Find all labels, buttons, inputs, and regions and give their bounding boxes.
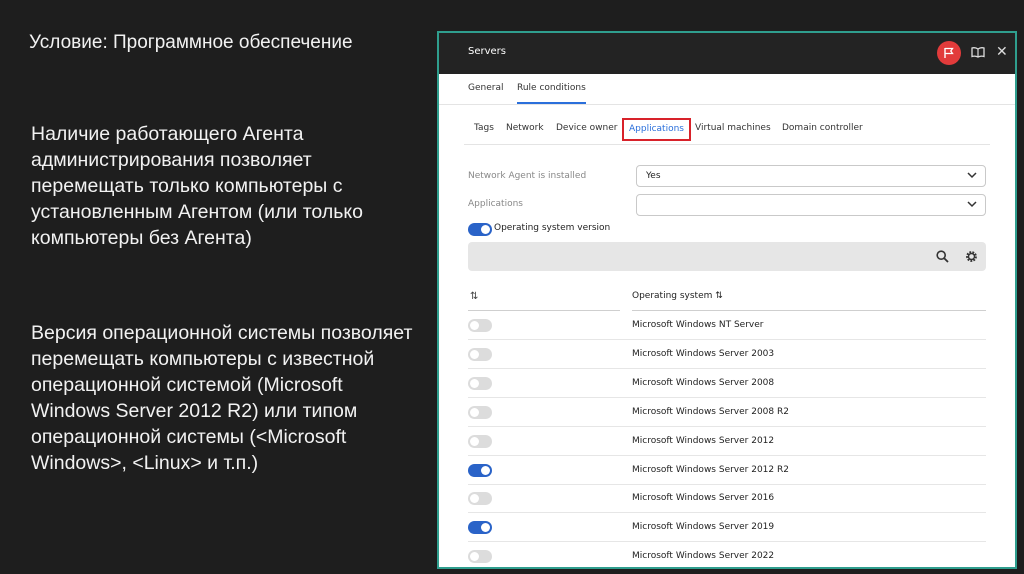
network-agent-value: Yes [646,171,661,181]
subtab-domain-controller[interactable]: Domain controller [782,123,863,133]
servers-dialog: Servers ✕ General Rule conditions Tags N… [437,31,1017,569]
os-name: Microsoft Windows Server 2008 R2 [632,406,789,417]
chevron-down-icon [967,201,977,208]
slide-title: Условие: Программное обеспечение [29,32,353,53]
condition-tabs: Tags Network Device owner Applications V… [464,104,990,145]
os-name: Microsoft Windows Server 2012 R2 [632,464,789,475]
tab-general[interactable]: General [468,83,503,93]
applications-label: Applications [468,199,523,209]
network-agent-label: Network Agent is installed [468,171,587,181]
book-icon[interactable] [971,46,985,58]
os-name: Microsoft Windows Server 2012 [632,435,775,446]
os-name: Microsoft Windows Server 2003 [632,348,775,359]
os-name: Microsoft Windows Server 2016 [632,493,775,504]
subtab-tags[interactable]: Tags [474,123,494,133]
chevron-down-icon [967,172,977,179]
tab-rule-conditions[interactable]: Rule conditions [517,83,586,104]
applications-select[interactable] [636,194,986,216]
os-row-toggle[interactable] [468,492,492,506]
flag-icon [944,47,954,58]
dialog-title: Servers [468,46,507,57]
os-name: Microsoft Windows Server 2022 [632,551,775,562]
table-row: Microsoft Windows NT Server [468,311,986,340]
search-bar[interactable] [468,242,986,271]
os-row-toggle[interactable] [468,347,492,361]
slide-paragraph-agent: Наличие работающего Агента администриров… [31,123,363,249]
os-name: Microsoft Windows Server 2019 [632,522,775,533]
os-version-toggle-label: Operating system version [494,223,611,233]
toggle-column-sort-icon[interactable]: ⇅ [470,291,478,302]
table-row: Microsoft Windows Server 2012 [468,427,986,456]
os-name: Microsoft Windows NT Server [632,320,764,330]
os-row-toggle[interactable] [468,319,492,332]
main-tabs: General Rule conditions [439,74,1015,105]
table-row: Microsoft Windows Server 2019 [468,513,986,543]
table-row: Microsoft Windows Server 2012 R2 [468,456,986,485]
subtab-network[interactable]: Network [506,123,544,133]
os-row-toggle[interactable] [468,405,492,419]
table-row: Microsoft Windows Server 2016 [468,484,986,514]
close-icon[interactable]: ✕ [996,45,1008,59]
os-row-toggle[interactable] [468,463,492,477]
os-column-header[interactable]: Operating system ⇅ [632,291,723,301]
table-row: Microsoft Windows Server 2008 [468,369,986,398]
subtab-virtual-machines[interactable]: Virtual machines [695,123,771,133]
os-row-toggle[interactable] [468,434,492,448]
search-icon[interactable] [936,250,949,263]
table-row: Microsoft Windows Server 2022 [468,542,986,567]
os-row-toggle[interactable] [468,376,492,390]
network-agent-select[interactable]: Yes [636,165,986,187]
os-row-toggle[interactable] [468,550,492,564]
os-row-toggle[interactable] [468,521,492,535]
subtab-device-owner[interactable]: Device owner [556,123,617,133]
dialog-titlebar: Servers ✕ [439,33,1015,74]
os-version-toggle[interactable] [468,223,492,236]
slide-paragraph-os-version: Версия операционной системы позволяет пе… [31,322,413,474]
table-row: Microsoft Windows Server 2003 [468,340,986,369]
gear-icon[interactable] [965,250,978,263]
flag-button[interactable] [937,41,961,65]
os-name: Microsoft Windows Server 2008 [632,377,775,388]
subtab-applications[interactable]: Applications [622,118,691,141]
table-row: Microsoft Windows Server 2008 R2 [468,398,986,427]
